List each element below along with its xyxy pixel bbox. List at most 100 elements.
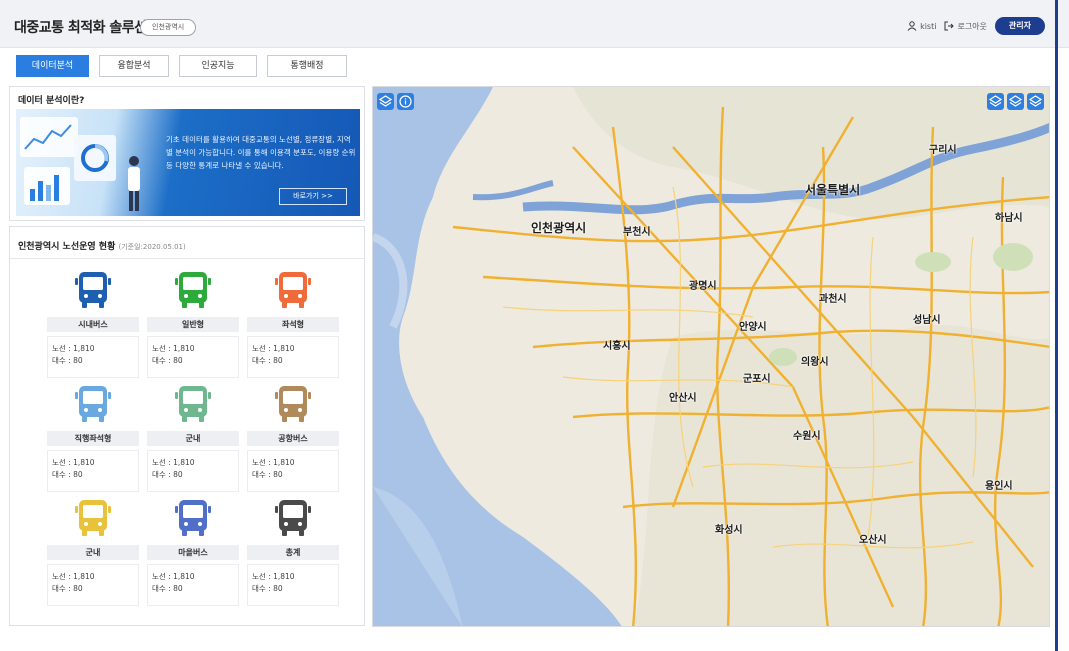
city-label: 시흥시 bbox=[603, 341, 631, 352]
vehicle-count: 대수 : 80 bbox=[52, 470, 83, 479]
bus-type-card[interactable]: 군내 노선 : 1,810 대수 : 80 bbox=[147, 383, 239, 493]
intro-description: 기초 데이터를 활용하여 대중교통의 노선별, 정류장별, 지역별 분석이 가능… bbox=[166, 135, 356, 170]
route-count: 노선 : 1,810 bbox=[252, 344, 295, 353]
status-title-text: 인천광역시 노선운영 현황 bbox=[18, 242, 116, 252]
bus-icon bbox=[75, 386, 111, 422]
city-label: 구리시 bbox=[929, 145, 957, 156]
vehicle-count: 대수 : 80 bbox=[252, 356, 283, 365]
bus-type-label: 총계 bbox=[247, 545, 339, 560]
vehicle-count: 대수 : 80 bbox=[152, 584, 183, 593]
left-panel: 데이터 분석이란? 기초 데이터를 활용하여 대중교통의 노선별, 정류장별, … bbox=[9, 86, 365, 626]
route-count: 노선 : 1,810 bbox=[152, 344, 195, 353]
city-label: 광명시 bbox=[689, 281, 717, 292]
tab-fusion-analysis[interactable]: 융합분석 bbox=[99, 55, 169, 77]
bus-type-card[interactable]: 직행좌석형노선 : 1,810 대수 : 80 bbox=[47, 383, 139, 493]
bus-icon bbox=[175, 272, 211, 308]
bus-type-card[interactable]: 일반형노선 : 1,810 대수 : 80 bbox=[147, 269, 239, 379]
bus-icon bbox=[275, 272, 311, 308]
bus-type-stats: 노선 : 1,810 대수 : 80 bbox=[247, 450, 339, 492]
bus-type-stats: 노선 : 1,810 대수 : 80 bbox=[47, 564, 139, 606]
route-count: 노선 : 1,810 bbox=[52, 458, 95, 467]
layer-toggle-icon-3[interactable] bbox=[1027, 93, 1044, 110]
user-info[interactable]: kisti bbox=[907, 21, 936, 31]
bus-type-label: 일반형 bbox=[147, 317, 239, 332]
route-count: 노선 : 1,810 bbox=[252, 572, 295, 581]
page-edge-bar bbox=[1055, 0, 1058, 651]
route-status-section: 인천광역시 노선운영 현황 (기준일:2020.05.01) 시내버스 노선 : … bbox=[9, 226, 365, 626]
intro-banner: 기초 데이터를 활용하여 대중교통의 노선별, 정류장별, 지역별 분석이 가능… bbox=[16, 109, 360, 216]
vehicle-count: 대수 : 80 bbox=[252, 470, 283, 479]
route-count: 노선 : 1,810 bbox=[252, 458, 295, 467]
bus-type-label: 직행좌석형 bbox=[47, 431, 139, 446]
info-icon[interactable] bbox=[397, 93, 414, 110]
dashboard-illustration-icon bbox=[20, 117, 140, 211]
city-label: 군포시 bbox=[743, 374, 771, 385]
app-title: 대중교통 최적화 솔루션 bbox=[14, 20, 147, 36]
tab-ai[interactable]: 인공지능 bbox=[179, 55, 257, 77]
region-selector[interactable]: 인천광역시 bbox=[140, 19, 197, 36]
admin-button[interactable]: 관리자 bbox=[994, 17, 1045, 35]
city-label: 안산시 bbox=[669, 393, 697, 404]
vehicle-count: 대수 : 80 bbox=[152, 470, 183, 479]
layer-toggle-icon-2[interactable] bbox=[1007, 93, 1024, 110]
route-count: 노선 : 1,810 bbox=[52, 344, 95, 353]
city-label: 수원시 bbox=[793, 431, 821, 442]
bus-type-label: 좌석형 bbox=[247, 317, 339, 332]
bus-icon bbox=[275, 500, 311, 536]
bus-type-card[interactable]: 공항버스 노선 : 1,810 대수 : 80 bbox=[247, 383, 339, 493]
layers-icon[interactable] bbox=[377, 93, 394, 110]
tab-traffic-assignment[interactable]: 통행배정 bbox=[267, 55, 347, 77]
vehicle-count: 대수 : 80 bbox=[52, 584, 83, 593]
bus-type-stats: 노선 : 1,810 대수 : 80 bbox=[147, 336, 239, 378]
vehicle-count: 대수 : 80 bbox=[252, 584, 283, 593]
top-header: 대중교통 최적화 솔루션 인천광역시 kisti 로그아웃 관리자 bbox=[0, 0, 1069, 48]
bus-type-card[interactable]: 시내버스 노선 : 1,810 대수 : 80 bbox=[47, 269, 139, 379]
bus-icon bbox=[175, 386, 211, 422]
bus-type-card[interactable]: 좌석형노선 : 1,810 대수 : 80 bbox=[247, 269, 339, 379]
city-label: 의왕시 bbox=[801, 357, 829, 368]
divider bbox=[10, 258, 364, 259]
city-label: 인천광역시 bbox=[531, 221, 587, 235]
city-label: 용인시 bbox=[985, 481, 1013, 492]
bus-type-card[interactable]: 군내노선 : 1,810 대수 : 80 bbox=[47, 497, 139, 607]
user-name: kisti bbox=[920, 21, 937, 31]
bus-type-card[interactable]: 마을버스노선 : 1,810 대수 : 80 bbox=[147, 497, 239, 607]
city-label: 오산시 bbox=[859, 535, 887, 546]
logout-label: 로그아웃 bbox=[957, 21, 987, 31]
bus-icon bbox=[75, 500, 111, 536]
layer-toggle-icon-1[interactable] bbox=[987, 93, 1004, 110]
route-count: 노선 : 1,810 bbox=[152, 572, 195, 581]
vehicle-count: 대수 : 80 bbox=[152, 356, 183, 365]
intro-title: 데이터 분석이란? bbox=[18, 96, 85, 106]
map-view[interactable]: 서울특별시 인천광역시 부천시 광명시 과천시 안양시 성남시 시흥시 의왕시 … bbox=[372, 86, 1050, 627]
bus-type-stats: 노선 : 1,810 대수 : 80 bbox=[147, 564, 239, 606]
bus-type-stats: 노선 : 1,810 대수 : 80 bbox=[147, 450, 239, 492]
bus-type-label: 마을버스 bbox=[147, 545, 239, 560]
bus-type-card[interactable]: 총계노선 : 1,810 대수 : 80 bbox=[247, 497, 339, 607]
vehicle-count: 대수 : 80 bbox=[52, 356, 83, 365]
city-label: 하남시 bbox=[995, 213, 1023, 224]
route-count: 노선 : 1,810 bbox=[52, 572, 95, 581]
bus-type-stats: 노선 : 1,810 대수 : 80 bbox=[47, 450, 139, 492]
bus-type-stats: 노선 : 1,810 대수 : 80 bbox=[47, 336, 139, 378]
bus-icon bbox=[175, 500, 211, 536]
go-shortcut-button[interactable]: 바로가기 >> bbox=[279, 188, 347, 205]
status-date: (기준일:2020.05.01) bbox=[118, 243, 186, 251]
bus-icon bbox=[75, 272, 111, 308]
bus-type-stats: 노선 : 1,810 대수 : 80 bbox=[247, 336, 339, 378]
map-base bbox=[373, 87, 1049, 626]
user-area: kisti 로그아웃 관리자 bbox=[907, 17, 1045, 35]
intro-section: 데이터 분석이란? 기초 데이터를 활용하여 대중교통의 노선별, 정류장별, … bbox=[9, 86, 365, 221]
user-icon bbox=[907, 21, 917, 31]
logout-button[interactable]: 로그아웃 bbox=[944, 21, 987, 32]
city-label: 화성시 bbox=[715, 525, 743, 536]
city-label: 안양시 bbox=[739, 322, 767, 333]
city-label: 과천시 bbox=[819, 294, 847, 305]
city-label: 부천시 bbox=[623, 227, 651, 238]
main-tabs: 데이터분석 융합분석 인공지능 통행배정 bbox=[16, 55, 347, 77]
city-label: 서울특별시 bbox=[805, 183, 861, 197]
bus-type-stats: 노선 : 1,810 대수 : 80 bbox=[247, 564, 339, 606]
status-title: 인천광역시 노선운영 현황 (기준일:2020.05.01) bbox=[18, 239, 186, 252]
tab-data-analysis[interactable]: 데이터분석 bbox=[16, 55, 89, 77]
bus-type-label: 군내 bbox=[47, 545, 139, 560]
